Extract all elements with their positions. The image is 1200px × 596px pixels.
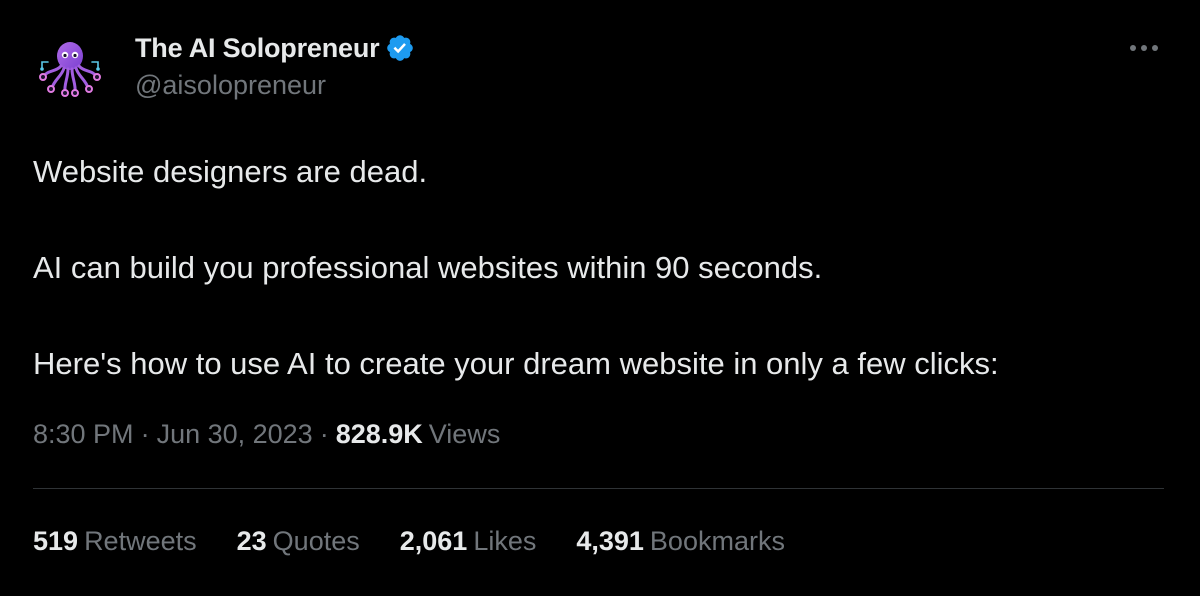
verified-badge-icon[interactable]: [385, 33, 415, 63]
stat-label: Quotes: [272, 526, 360, 556]
stat-count: 2,061: [399, 526, 468, 556]
author-avatar[interactable]: [34, 32, 106, 104]
meta-separator: ·: [319, 419, 329, 449]
stat-bookmarks[interactable]: 4,391 Bookmarks: [576, 526, 785, 557]
ellipsis-icon: [1130, 45, 1136, 51]
tweet-line: Here's how to use AI to create your drea…: [33, 346, 999, 381]
tweet-date[interactable]: Jun 30, 2023: [157, 419, 313, 450]
stat-likes[interactable]: 2,061 Likes: [400, 526, 537, 557]
author-display-name[interactable]: The AI Solopreneur: [135, 33, 380, 64]
stat-label: Likes: [473, 526, 537, 556]
tweet-text: Website designers are dead. AI can build…: [33, 148, 1163, 388]
divider: [33, 488, 1164, 489]
tweet-time[interactable]: 8:30 PM: [33, 419, 134, 450]
more-options-button[interactable]: [1124, 36, 1164, 60]
author-handle[interactable]: @aisolopreneur: [135, 70, 415, 101]
stat-count: 4,391: [576, 526, 644, 556]
tweet-meta: 8:30 PM · Jun 30, 2023 · 828.9K Views: [33, 419, 500, 450]
author-block: The AI Solopreneur @aisolopreneur: [135, 30, 415, 101]
stat-count: 519: [33, 526, 79, 556]
tweet-line: Website designers are dead.: [33, 154, 428, 189]
stat-quotes[interactable]: 23 Quotes: [237, 526, 360, 557]
stat-label: Bookmarks: [649, 526, 785, 556]
tweet-card: The AI Solopreneur @aisolopreneur Websit…: [0, 0, 1200, 596]
tweet-line: AI can build you professional websites w…: [33, 250, 823, 285]
views-count[interactable]: 828.9K: [336, 419, 423, 450]
octopus-icon: [39, 42, 101, 97]
tweet-stats: 519 Retweets 23 Quotes 2,061 Likes 4,391…: [33, 526, 825, 557]
meta-separator: ·: [140, 419, 150, 449]
stat-retweets[interactable]: 519 Retweets: [33, 526, 197, 557]
stat-count: 23: [236, 526, 267, 556]
stat-label: Retweets: [84, 526, 197, 556]
views-label[interactable]: Views: [429, 419, 501, 450]
ellipsis-icon: [1141, 45, 1147, 51]
author-name-row: The AI Solopreneur: [135, 30, 415, 66]
ellipsis-icon: [1152, 45, 1158, 51]
